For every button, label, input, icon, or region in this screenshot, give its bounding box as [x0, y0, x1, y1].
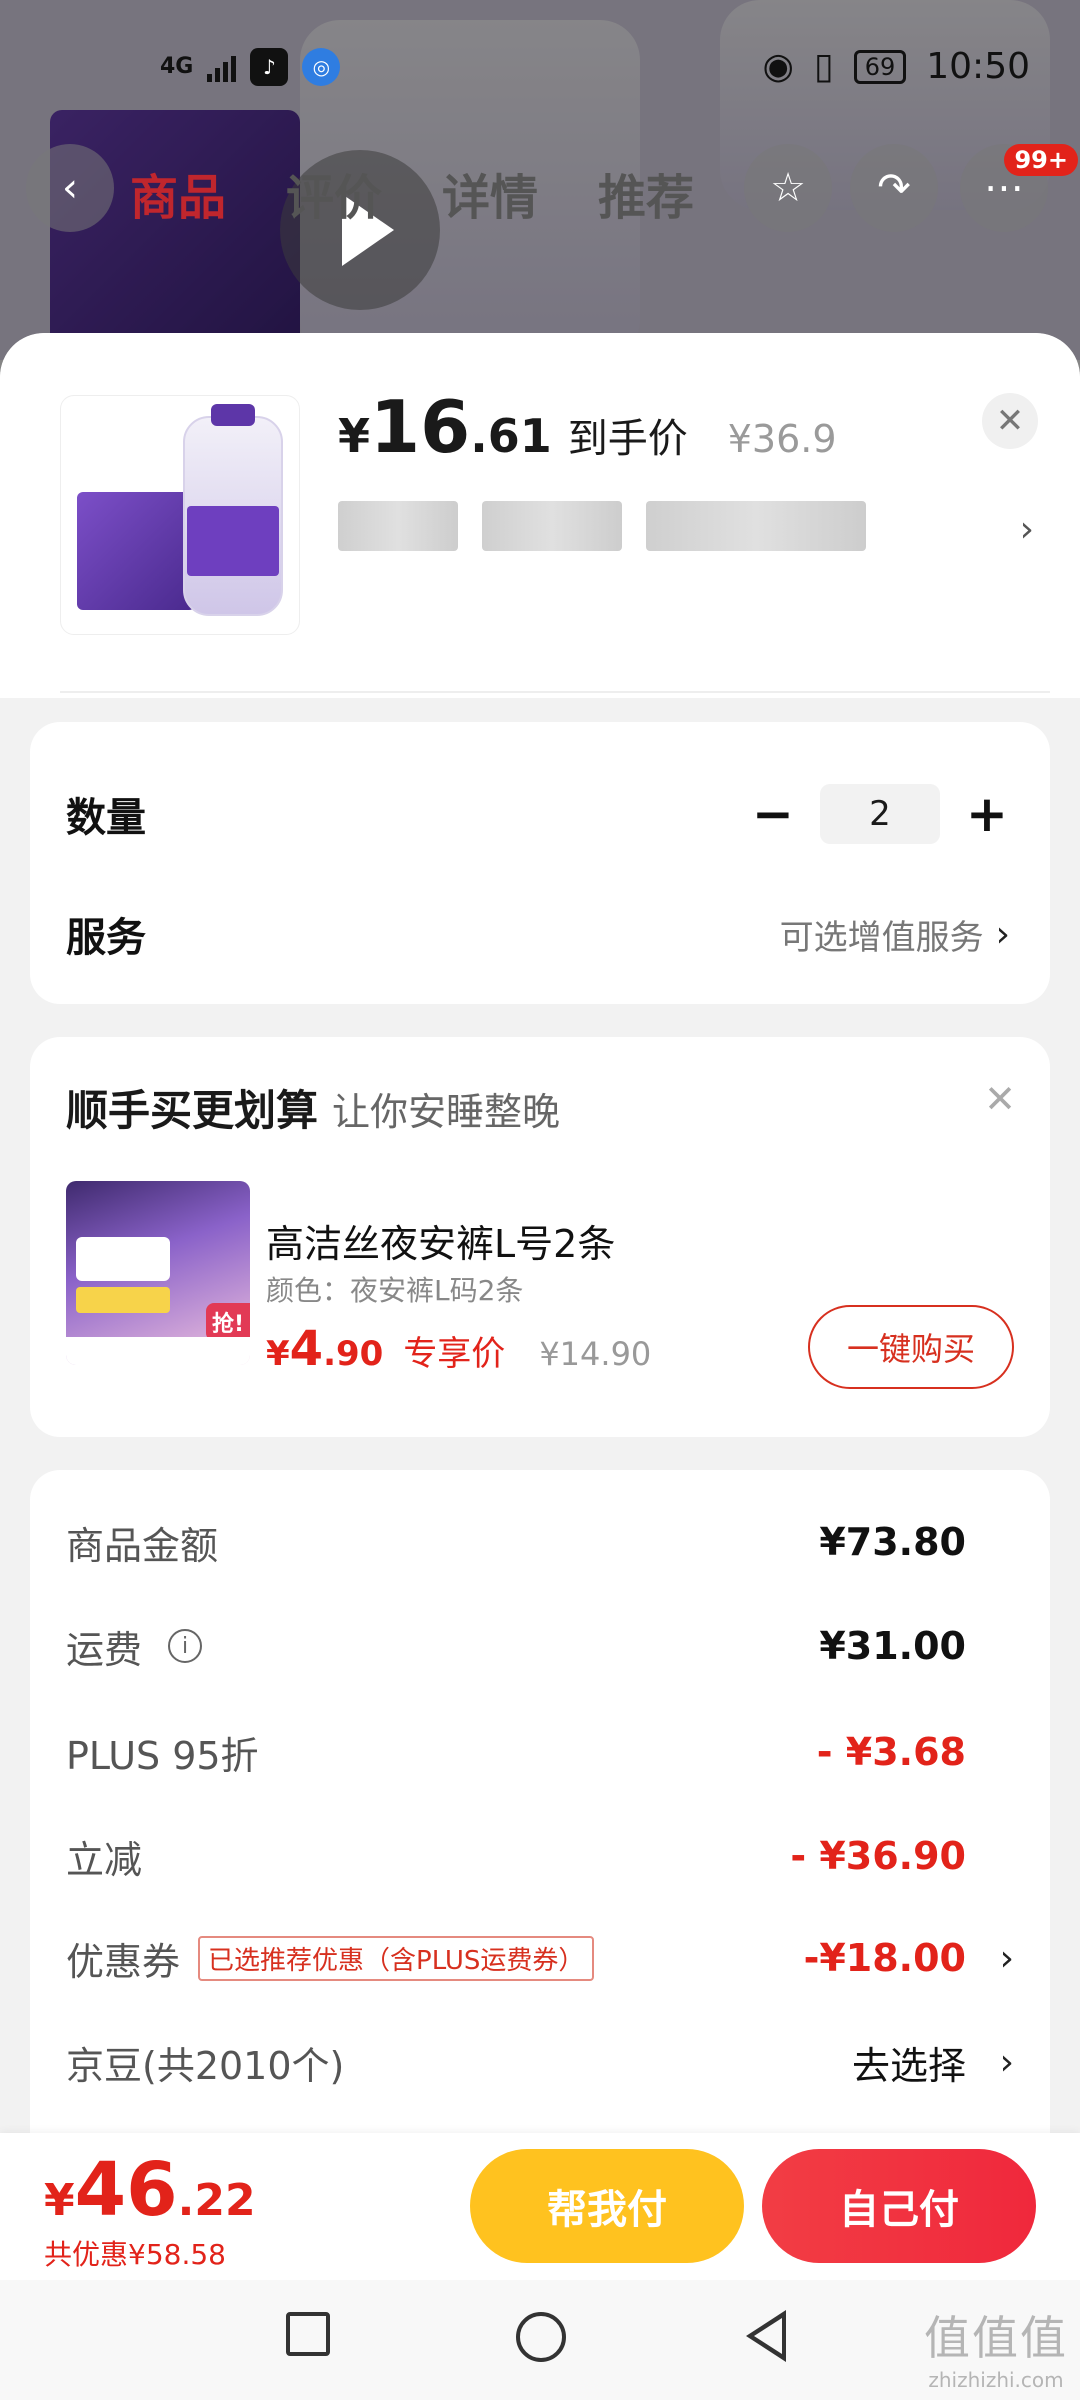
fee-row-coupon[interactable]: 优惠券 已选推荐优惠（含PLUS运费券） -¥18.00 › [66, 1928, 1014, 1988]
quantity-stepper: − 2 + [750, 784, 1010, 844]
system-navigation-bar: 值值值 zhizhizhi.com [0, 2280, 1080, 2400]
upsell-title: 顺手买更划算 [66, 1086, 319, 1135]
back-icon[interactable]: ‹ [26, 144, 114, 232]
close-icon[interactable]: ✕ [984, 1077, 1016, 1121]
upsell-original-price: ¥14.90 [539, 1335, 652, 1373]
quantity-label: 数量 [66, 795, 146, 841]
upsell-price: ¥ 4 .90 专享价 ¥14.90 [266, 1321, 652, 1377]
info-icon[interactable]: i [168, 1629, 203, 1663]
fee-row-goods: 商品金额 ¥73.80 [66, 1520, 966, 1568]
network-type: 4G [160, 54, 194, 79]
status-bar: 4G ♪ ◎ ◉ ▯ 69 10:50 [0, 0, 1080, 130]
tab-details[interactable]: 详情 [442, 158, 538, 228]
clock: 10:50 [926, 46, 1030, 87]
chevron-right-icon: › [995, 913, 1010, 955]
pay-bar: ¥ 46 .22 共优惠¥58.58 帮我付 自己付 [0, 2133, 1080, 2280]
fee-row-shipping: 运费 i ¥31.00 [66, 1624, 966, 1672]
final-price-label: 到手价 [567, 416, 688, 462]
upsell-subtitle: 让你安睡整晚 [332, 1090, 561, 1134]
upsell-product-spec: 颜色：夜安裤L码2条 [266, 1274, 524, 1307]
eye-icon: ◉ [762, 46, 794, 87]
upsell-card: 顺手买更划算 让你安睡整晚 ✕ 抢! 高洁丝夜安裤L号2条 颜色：夜安裤L码2条… [30, 1037, 1050, 1437]
checkout-sheet: ¥ 16 .61 到手价 ¥36.9 ✕ › 数量 − 2 + 服务 可选增值服… [0, 333, 1080, 2400]
tab-reviews[interactable]: 评价 [286, 158, 382, 228]
plus-button[interactable]: + [964, 785, 1010, 843]
browser-notification-icon: ◎ [302, 48, 341, 86]
coupon-tag: 已选推荐优惠（含PLUS运费券） [198, 1935, 595, 1981]
quantity-input[interactable]: 2 [820, 784, 940, 844]
fee-row-plus-discount: PLUS 95折 - ¥3.68 [66, 1730, 966, 1778]
divider [60, 673, 1050, 693]
home-icon[interactable] [516, 2312, 566, 2362]
tab-product[interactable]: 商品 [130, 158, 226, 228]
grab-badge: 抢! [206, 1303, 250, 1341]
tab-recommend[interactable]: 推荐 [598, 158, 694, 228]
upsell-product-name[interactable]: 高洁丝夜安裤L号2条 [266, 1213, 615, 1268]
help-me-pay-button[interactable]: 帮我付 [470, 2149, 744, 2263]
one-click-buy-button[interactable]: 一键购买 [808, 1305, 1014, 1389]
star-icon[interactable]: ☆ [744, 144, 832, 232]
quantity-row: 数量 − 2 + [66, 784, 1014, 844]
options-card: 数量 − 2 + 服务 可选增值服务 › [30, 722, 1050, 1004]
signal-icon [207, 52, 237, 82]
service-label: 服务 [66, 915, 146, 961]
product-top-nav: ‹ 商品 评价 详情 推荐 ☆ ↷ ⋯ 99+ [0, 140, 1080, 250]
total-price: ¥ 46 .22 [44, 2147, 256, 2233]
chevron-right-icon: › [999, 1937, 1014, 1979]
fee-row-jingdou[interactable]: 京豆(共2010个) 去选择 › [66, 2032, 1014, 2092]
original-price: ¥36.9 [727, 417, 837, 461]
watermark: 值值值 zhizhizhi.com [924, 2302, 1068, 2392]
final-price: ¥ 16 .61 到手价 ¥36.9 [338, 385, 837, 469]
fee-breakdown-card: 商品金额 ¥73.80 运费 i ¥31.00 PLUS 95折 - ¥3.68… [30, 1470, 1050, 2230]
share-icon[interactable]: ↷ [850, 144, 938, 232]
chevron-right-icon: › [999, 2041, 1014, 2083]
product-tabs: 商品 评价 详情 推荐 [130, 158, 694, 228]
exclusive-price-label: 专享价 [403, 1334, 506, 1374]
total-savings: 共优惠¥58.58 [44, 2238, 226, 2271]
battery-icon: 69 [853, 49, 907, 84]
minus-button[interactable]: − [750, 785, 796, 843]
sheet-header: ¥ 16 .61 到手价 ¥36.9 ✕ › [0, 333, 1080, 698]
watermark-url: zhizhizhi.com [928, 2368, 1064, 2392]
blurred-spec-selector[interactable] [338, 501, 866, 551]
pay-myself-button[interactable]: 自己付 [762, 2149, 1036, 2263]
recent-apps-icon[interactable] [286, 2312, 330, 2356]
chevron-right-icon[interactable]: › [1020, 509, 1034, 550]
vibrate-icon: ▯ [813, 46, 834, 87]
product-thumbnail [60, 395, 300, 635]
upsell-product-image[interactable]: 抢! [66, 1181, 250, 1365]
back-triangle-icon[interactable] [746, 2310, 786, 2362]
service-row[interactable]: 服务 可选增值服务 › [66, 904, 1014, 964]
tiktok-notification-icon: ♪ [250, 48, 289, 86]
close-icon[interactable]: ✕ [982, 393, 1038, 449]
fee-row-instant-discount: 立减 - ¥36.90 [66, 1834, 966, 1882]
service-value: 可选增值服务 [779, 917, 984, 958]
message-badge: 99+ [1004, 144, 1078, 176]
watermark-logo: 值值值 [924, 2311, 1068, 2365]
